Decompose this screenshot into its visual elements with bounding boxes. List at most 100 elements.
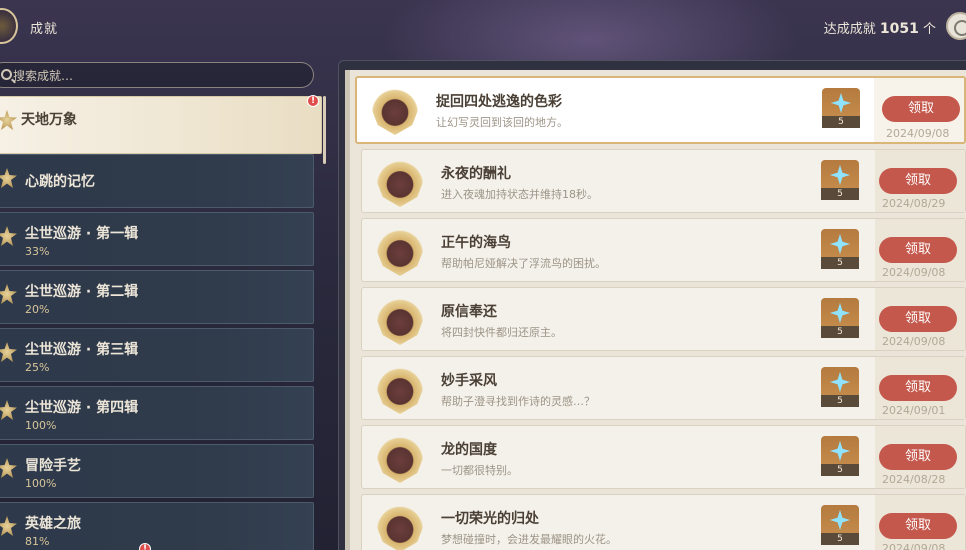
achievement-card[interactable]: 一切荣光的归处 梦想碰撞时，会进发最耀眼的火花。 5 领取 2024/09/08 [361, 494, 966, 550]
achievement-card[interactable]: 原信奉还 将四封快件都归还原主。 5 领取 2024/09/08 [361, 287, 966, 351]
achievement-title: 正午的海鸟 [441, 235, 511, 251]
achievement-badge-icon [376, 502, 424, 550]
achievement-date: 2024/08/28 [882, 473, 946, 486]
category-item-3[interactable]: 尘世巡游 · 第二辑 20% [0, 270, 314, 324]
reward-quantity: 5 [821, 533, 859, 545]
reward-quantity: 5 [821, 395, 859, 407]
category-item-1[interactable]: 心跳的记忆 [0, 154, 314, 208]
achievement-emblem-icon [0, 8, 18, 44]
achievement-count: 达成成就 1051 个 [824, 18, 936, 37]
achievement-title: 一切荣光的归处 [441, 511, 539, 527]
achievement-description: 梦想碰撞时，会进发最耀眼的火花。 [441, 533, 617, 546]
achievement-count-suffix: 个 [922, 22, 936, 37]
achievement-badge-icon [376, 295, 424, 345]
achievement-star-icon [0, 110, 17, 130]
achievement-star-icon [0, 458, 17, 478]
achievement-description: 帮助帕尼娅解决了浮流鸟的困扰。 [441, 257, 606, 270]
achievement-description: 帮助子澄寻找到作诗的灵感…？ [441, 395, 595, 408]
claim-button[interactable]: 领取 [879, 444, 957, 470]
category-name: 天地万象 [21, 112, 77, 128]
achievement-badge-icon [376, 157, 424, 207]
category-item-7[interactable]: 英雄之旅 81% ! [0, 502, 314, 550]
achievement-star-icon [0, 284, 17, 304]
achievement-description: 让幻写灵回到该回的地方。 [436, 116, 568, 129]
achievement-date: 2024/09/01 [882, 404, 946, 417]
achievement-count-value: 1051 [879, 21, 919, 37]
achievement-title: 原信奉还 [441, 304, 497, 320]
achievement-badge-icon [371, 85, 419, 135]
category-progress: 81% [25, 535, 50, 548]
achievement-card[interactable]: 龙的国度 一切都很特别。 5 领取 2024/08/28 [361, 425, 966, 489]
page-title: 成就 [30, 22, 59, 37]
reward-quantity: 5 [821, 464, 859, 476]
category-progress: 25% [25, 361, 50, 374]
achievement-date: 2024/09/08 [882, 542, 946, 550]
category-progress: 20% [25, 303, 50, 316]
reward-item[interactable]: 5 [821, 160, 859, 200]
category-name: 尘世巡游 · 第三辑 [25, 342, 139, 358]
claim-button[interactable]: 领取 [879, 513, 957, 539]
notification-badge: ! [307, 95, 319, 107]
reward-item[interactable]: 5 [821, 229, 859, 269]
reward-quantity: 5 [821, 326, 859, 338]
achievement-badge-icon [376, 433, 424, 483]
reward-quantity: 5 [821, 257, 859, 269]
sidebar-scrollbar[interactable] [323, 96, 326, 164]
achievement-date: 2024/09/08 [886, 127, 950, 140]
achievement-count-prefix: 达成成就 [823, 22, 876, 37]
achievement-date: 2024/08/29 [882, 197, 946, 210]
primogem-icon [830, 234, 850, 254]
achievement-title: 妙手采风 [441, 373, 497, 389]
category-name: 尘世巡游 · 第二辑 [25, 284, 139, 300]
primogem-icon [830, 372, 850, 392]
achievement-card[interactable]: 妙手采风 帮助子澄寻找到作诗的灵感…？ 5 领取 2024/09/01 [361, 356, 966, 420]
achievement-card[interactable]: 永夜的酬礼 进入夜魂加持状态并维持18秒。 5 领取 2024/08/29 [361, 149, 966, 213]
category-name: 尘世巡游 · 第一辑 [25, 226, 139, 242]
reward-item[interactable]: 5 [821, 298, 859, 338]
close-icon[interactable] [946, 12, 966, 40]
achievement-badge-icon [376, 364, 424, 414]
achievement-card-selected[interactable]: 捉回四处逃逸的色彩 让幻写灵回到该回的地方。 5 领取 2024/09/08 [355, 76, 966, 144]
category-name: 冒险手艺 [25, 458, 81, 474]
achievement-badge-icon [376, 226, 424, 276]
achievement-title: 龙的国度 [441, 442, 497, 458]
achievement-description: 将四封快件都归还原主。 [441, 326, 562, 339]
achievement-description: 进入夜魂加持状态并维持18秒。 [441, 188, 598, 201]
achievement-card[interactable]: 正午的海鸟 帮助帕尼娅解决了浮流鸟的困扰。 5 领取 2024/09/08 [361, 218, 966, 282]
claim-button[interactable]: 领取 [879, 168, 957, 194]
category-item-5[interactable]: 尘世巡游 · 第四辑 100% [0, 386, 314, 440]
achievement-list-scrollbar[interactable] [345, 70, 350, 550]
category-sidebar: 天地万象 ! 心跳的记忆 尘世巡游 · 第一辑 33% 尘世巡游 · 第二辑 2… [0, 95, 326, 550]
reward-item[interactable]: 5 [821, 436, 859, 476]
achievement-description: 一切都很特别。 [441, 464, 518, 477]
reward-item[interactable]: 5 [822, 88, 860, 128]
achievement-title: 永夜的酬礼 [441, 166, 511, 182]
category-progress: 100% [25, 477, 57, 490]
category-item-4[interactable]: 尘世巡游 · 第三辑 25% [0, 328, 314, 382]
primogem-icon [830, 510, 850, 530]
category-name: 心跳的记忆 [25, 174, 95, 190]
achievement-title: 捉回四处逃逸的色彩 [436, 94, 562, 110]
category-item-2[interactable]: 尘世巡游 · 第一辑 33% [0, 212, 314, 266]
category-name: 英雄之旅 [25, 516, 81, 532]
claim-button[interactable]: 领取 [879, 306, 957, 332]
category-item-6[interactable]: 冒险手艺 100% [0, 444, 314, 498]
search-bar[interactable] [0, 62, 314, 88]
top-bar: 成就 达成成就 1051 个 [0, 0, 966, 56]
primogem-icon [830, 441, 850, 461]
reward-quantity: 5 [821, 188, 859, 200]
achievement-star-icon [0, 516, 17, 536]
reward-item[interactable]: 5 [821, 367, 859, 407]
search-input[interactable] [13, 67, 293, 85]
primogem-icon [831, 93, 851, 113]
achievement-star-icon [0, 342, 17, 362]
claim-button[interactable]: 领取 [879, 237, 957, 263]
claim-button[interactable]: 领取 [882, 96, 960, 122]
primogem-icon [830, 303, 850, 323]
primogem-icon [830, 165, 850, 185]
reward-item[interactable]: 5 [821, 505, 859, 545]
claim-button[interactable]: 领取 [879, 375, 957, 401]
category-item-0[interactable]: 天地万象 ! [0, 95, 322, 154]
category-name: 尘世巡游 · 第四辑 [25, 400, 139, 416]
achievement-star-icon [0, 226, 17, 246]
